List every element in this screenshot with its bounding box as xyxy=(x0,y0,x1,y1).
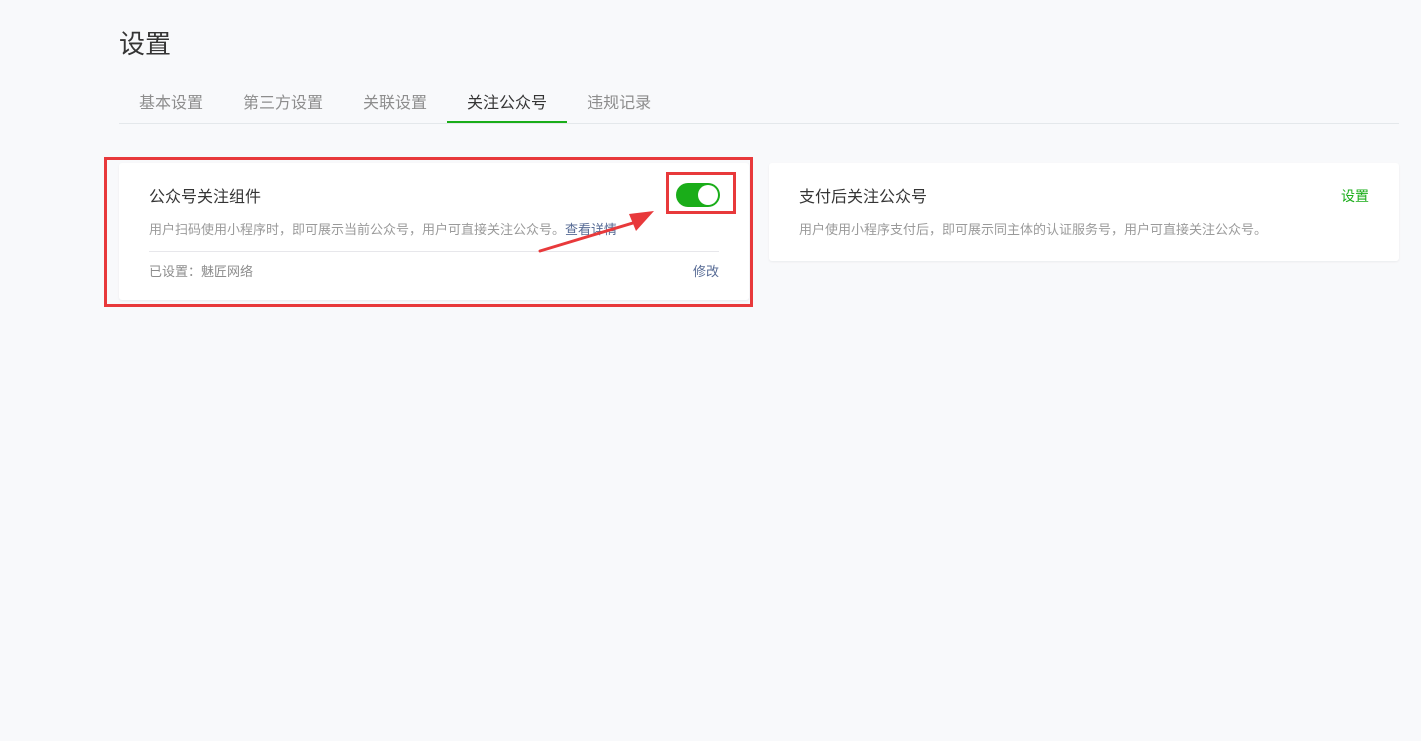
modify-link[interactable]: 修改 xyxy=(693,263,719,283)
follow-component-description: 用户扫码使用小程序时，即可展示当前公众号，用户可直接关注公众号。查看详情 xyxy=(149,221,617,241)
tab-basic-settings[interactable]: 基本设置 xyxy=(119,84,223,123)
follow-component-card: 公众号关注组件 用户扫码使用小程序时，即可展示当前公众号，用户可直接关注公众号。… xyxy=(119,163,749,300)
page-title: 设置 xyxy=(119,30,172,60)
pay-follow-title: 支付后关注公众号 xyxy=(799,187,928,206)
tab-violation-records[interactable]: 违规记录 xyxy=(567,84,671,123)
pay-follow-set-link[interactable]: 设置 xyxy=(1341,187,1369,207)
follow-component-toggle[interactable] xyxy=(676,183,720,207)
view-details-link[interactable]: 查看详情 xyxy=(565,223,617,238)
tab-third-party-settings[interactable]: 第三方设置 xyxy=(223,84,343,123)
tab-follow-official-account[interactable]: 关注公众号 xyxy=(447,84,568,123)
follow-component-description-text: 用户扫码使用小程序时，即可展示当前公众号，用户可直接关注公众号。 xyxy=(149,223,566,238)
settings-tabs: 基本设置 第三方设置 关联设置 关注公众号 违规记录 xyxy=(119,84,1399,124)
pay-follow-card: 支付后关注公众号 设置 用户使用小程序支付后，即可展示同主体的认证服务号，用户可… xyxy=(769,163,1399,261)
follow-component-title: 公众号关注组件 xyxy=(149,187,262,206)
tab-linked-settings[interactable]: 关联设置 xyxy=(343,84,447,123)
card-divider xyxy=(149,251,719,252)
setting-status-text: 已设置：魅匠网络 xyxy=(149,265,254,280)
toggle-knob xyxy=(698,185,718,205)
pay-follow-description: 用户使用小程序支付后，即可展示同主体的认证服务号，用户可直接关注公众号。 xyxy=(799,223,1268,238)
